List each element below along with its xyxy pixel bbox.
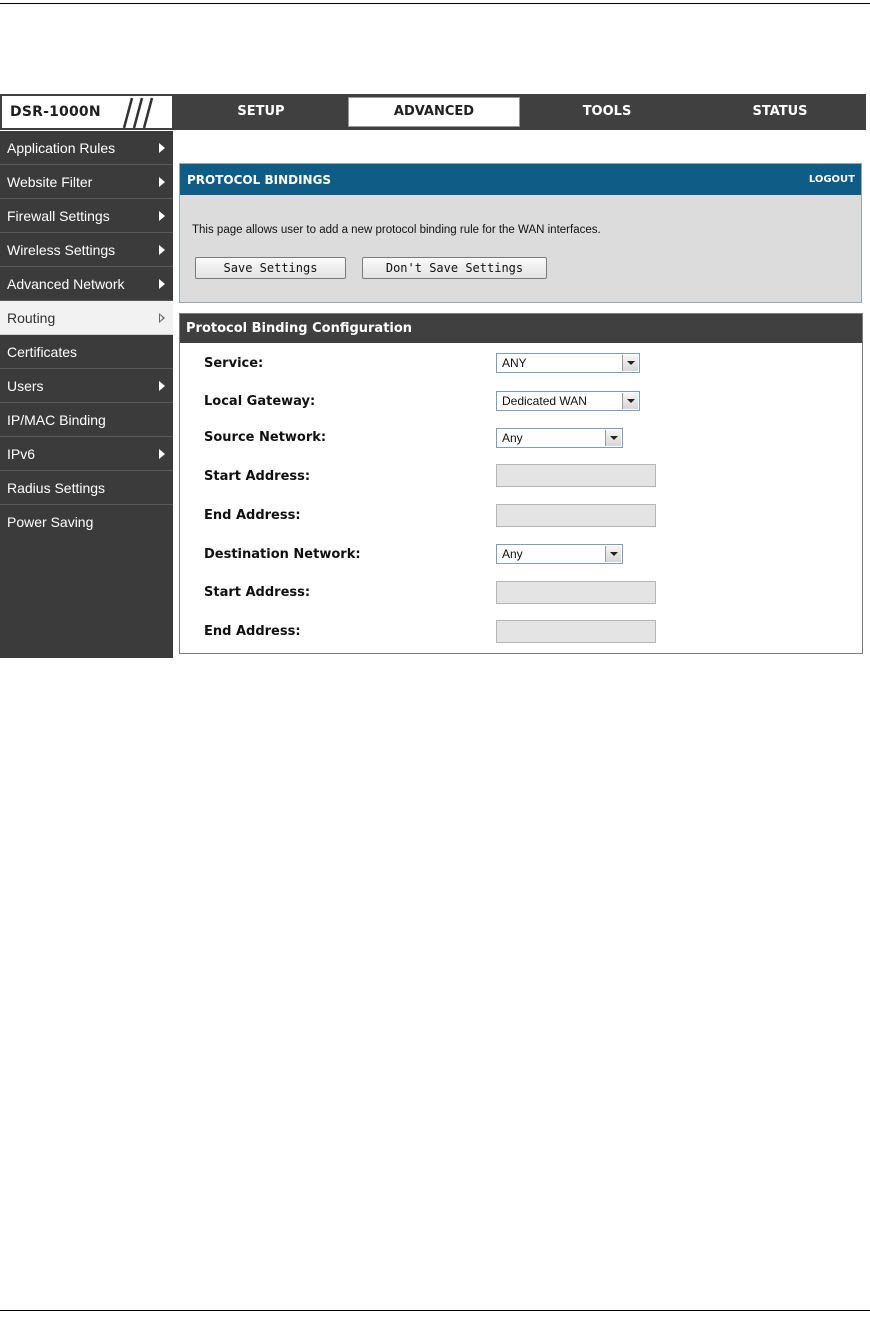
chevron-right-icon — [159, 381, 165, 391]
sidebar-item-certificates[interactable]: Certificates — [0, 335, 173, 369]
local-gateway-label: Local Gateway: — [204, 394, 316, 409]
sidebar-item-label: Routing — [7, 310, 56, 326]
brand-model-label: DSR-1000N — [10, 104, 101, 120]
source-network-select-value: Any — [502, 431, 523, 445]
sidebar-item-routing[interactable]: Routing — [0, 301, 173, 335]
sidebar-item-label: Radius Settings — [7, 480, 106, 496]
sidebar-item-label: IPv6 — [7, 446, 36, 462]
tab-tools[interactable]: TOOLS — [521, 97, 693, 127]
chevron-right-icon — [159, 449, 165, 459]
sidebar-item-label: Website Filter — [7, 174, 93, 190]
source-start-address-input[interactable] — [496, 464, 656, 487]
sidebar-item-radius-settings[interactable]: Radius Settings — [0, 471, 173, 505]
local-gateway-select[interactable]: Dedicated WAN — [496, 391, 640, 411]
brand-logo: DSR-1000N — [1, 95, 173, 129]
top-nav-bar: DSR-1000N SETUP ADVANCED TOOLS STATUS — [0, 94, 866, 130]
service-label: Service: — [204, 356, 264, 371]
service-select-value: ANY — [502, 356, 527, 370]
chevron-right-icon — [159, 211, 165, 221]
sidebar-menu: Application Rules Website Filter Firewal… — [0, 131, 173, 658]
source-network-label: Source Network: — [204, 430, 327, 445]
panel-header: PROTOCOL BINDINGS LOGOUT — [180, 164, 861, 195]
protocol-bindings-panel: PROTOCOL BINDINGS LOGOUT This page allow… — [179, 163, 862, 303]
sidebar-item-ip-mac-binding[interactable]: IP/MAC Binding — [0, 403, 173, 437]
config-panel-title: Protocol Binding Configuration — [180, 314, 862, 343]
chevron-right-icon — [159, 245, 165, 255]
destination-network-select[interactable]: Any — [496, 544, 623, 564]
sidebar-item-label: Firewall Settings — [7, 208, 110, 224]
chevron-right-icon — [159, 177, 165, 187]
protocol-binding-config-panel: Protocol Binding Configuration Service: … — [179, 313, 863, 654]
chevron-down-icon — [605, 546, 621, 562]
dont-save-settings-button[interactable]: Don't Save Settings — [362, 257, 547, 279]
sidebar-item-label: Application Rules — [7, 140, 116, 156]
source-end-address-label: End Address: — [204, 508, 301, 523]
source-start-address-label: Start Address: — [204, 469, 311, 484]
logout-link[interactable]: LOGOUT — [809, 174, 855, 185]
sidebar-item-website-filter[interactable]: Website Filter — [0, 165, 173, 199]
sidebar-item-users[interactable]: Users — [0, 369, 173, 403]
chevron-down-icon — [622, 393, 638, 409]
page-bottom-rule — [0, 1310, 870, 1311]
sidebar-item-label: IP/MAC Binding — [7, 412, 106, 428]
save-settings-button[interactable]: Save Settings — [195, 257, 346, 279]
local-gateway-select-value: Dedicated WAN — [502, 394, 587, 408]
destination-network-label: Destination Network: — [204, 547, 361, 562]
brand-slashes-icon — [122, 97, 154, 129]
sidebar-item-power-saving[interactable]: Power Saving — [0, 505, 173, 539]
sidebar-item-label: Power Saving — [7, 514, 94, 530]
sidebar-item-wireless-settings[interactable]: Wireless Settings — [0, 233, 173, 267]
tab-status[interactable]: STATUS — [694, 97, 866, 127]
chevron-right-outline-icon — [159, 313, 165, 323]
chevron-right-icon — [159, 143, 165, 153]
sidebar-item-firewall-settings[interactable]: Firewall Settings — [0, 199, 173, 233]
sidebar-item-advanced-network[interactable]: Advanced Network — [0, 267, 173, 301]
destination-start-address-label: Start Address: — [204, 585, 311, 600]
panel-description: This page allows user to add a new proto… — [192, 224, 601, 236]
chevron-right-icon — [159, 279, 165, 289]
chevron-down-icon — [622, 355, 638, 371]
tab-setup[interactable]: SETUP — [175, 97, 347, 127]
sidebar-item-label: Advanced Network — [7, 276, 125, 292]
destination-network-select-value: Any — [502, 547, 523, 561]
destination-start-address-input[interactable] — [496, 581, 656, 604]
source-end-address-input[interactable] — [496, 504, 656, 527]
page-top-rule — [0, 3, 870, 4]
source-network-select[interactable]: Any — [496, 428, 623, 448]
sidebar-item-label: Users — [7, 378, 44, 394]
panel-title: PROTOCOL BINDINGS — [187, 173, 332, 187]
sidebar-item-label: Wireless Settings — [7, 242, 116, 258]
chevron-down-icon — [605, 430, 621, 446]
sidebar-item-application-rules[interactable]: Application Rules — [0, 131, 173, 165]
sidebar-item-ipv6[interactable]: IPv6 — [0, 437, 173, 471]
service-select[interactable]: ANY — [496, 353, 640, 373]
sidebar-item-label: Certificates — [7, 344, 78, 360]
tab-advanced[interactable]: ADVANCED — [348, 97, 520, 127]
destination-end-address-label: End Address: — [204, 624, 301, 639]
destination-end-address-input[interactable] — [496, 620, 656, 643]
